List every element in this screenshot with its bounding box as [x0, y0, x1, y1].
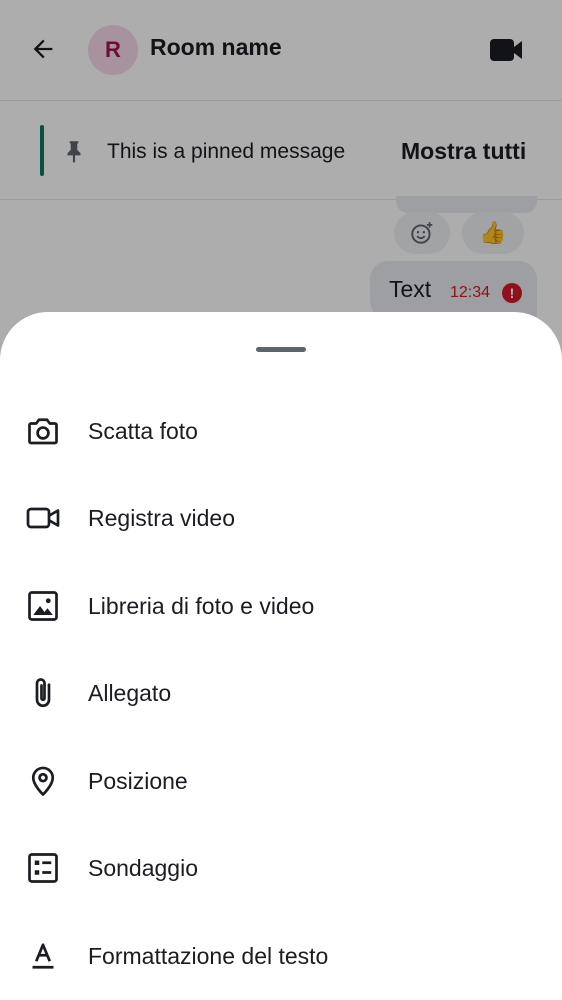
menu-item-label: Scatta foto	[88, 417, 198, 444]
menu-item-text-formatting[interactable]: Formattazione del testo	[0, 920, 562, 992]
menu-item-take-photo[interactable]: Scatta foto	[0, 395, 562, 467]
location-pin-icon	[24, 762, 62, 800]
poll-icon	[24, 849, 62, 887]
text-format-icon	[24, 937, 62, 975]
sheet-drag-handle[interactable]	[256, 347, 306, 352]
menu-item-photo-library[interactable]: Libreria di foto e video	[0, 570, 562, 642]
menu-item-label: Posizione	[88, 767, 188, 794]
attachment-bottom-sheet: Scatta foto Registra video Libreria di f…	[0, 312, 562, 1000]
menu-item-label: Formattazione del testo	[88, 942, 329, 969]
screen: R Room name This is a pinned message Mos…	[0, 0, 562, 1000]
menu-item-label: Sondaggio	[88, 854, 198, 881]
camera-icon	[24, 412, 62, 450]
menu-item-record-video[interactable]: Registra video	[0, 482, 562, 554]
menu-item-label: Allegato	[88, 679, 172, 706]
gallery-icon	[24, 587, 62, 625]
menu-item-attachment[interactable]: Allegato	[0, 657, 562, 729]
video-icon	[24, 499, 62, 537]
menu-item-label: Registra video	[88, 504, 236, 531]
menu-item-label: Libreria di foto e video	[88, 592, 315, 619]
menu-item-location[interactable]: Posizione	[0, 745, 562, 817]
paperclip-icon	[24, 674, 62, 712]
menu-item-poll[interactable]: Sondaggio	[0, 832, 562, 904]
